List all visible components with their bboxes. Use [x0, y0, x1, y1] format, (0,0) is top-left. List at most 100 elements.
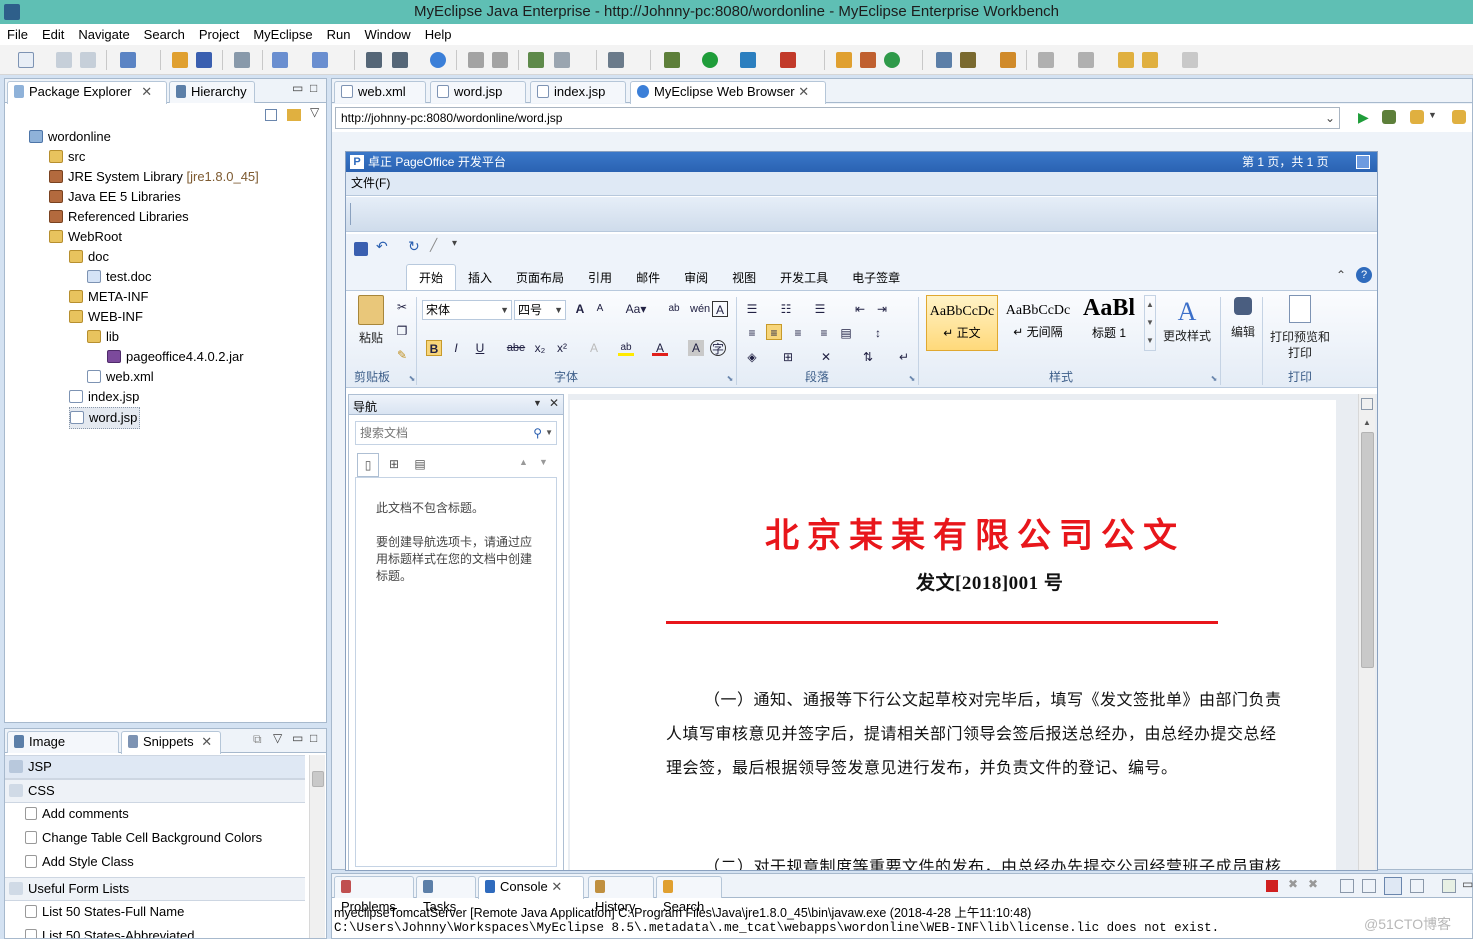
server-icon[interactable]: [234, 52, 250, 68]
line-spacing-icon[interactable]: ↕: [870, 325, 886, 341]
snippet-item[interactable]: Change Table Cell Background Colors: [5, 827, 305, 849]
back-icon[interactable]: [1452, 110, 1466, 124]
pin-console-icon[interactable]: [1384, 877, 1402, 895]
prev-annotation-icon[interactable]: [1078, 52, 1094, 68]
snippet-category-jsp[interactable]: JSP: [5, 755, 305, 779]
ribbon-tab-review[interactable]: 审阅: [672, 265, 720, 291]
snippet-category-css[interactable]: CSS: [5, 779, 305, 803]
font-size-select[interactable]: 四号 ▼: [514, 300, 566, 320]
justify-icon[interactable]: ≡: [816, 325, 832, 341]
back-icon[interactable]: [1142, 52, 1158, 68]
snippet-item[interactable]: Add Style Class: [5, 851, 305, 873]
tree-item-jar[interactable]: pageoffice4.4.0.2.jar: [107, 347, 244, 367]
search-icon[interactable]: ⚲: [533, 422, 542, 444]
tab-tasks[interactable]: Tasks: [416, 876, 476, 914]
italic-icon[interactable]: I: [448, 340, 464, 356]
align-left-icon[interactable]: ≡: [744, 325, 760, 341]
menu-myeclipse[interactable]: MyEclipse: [246, 24, 319, 45]
paste-button[interactable]: 粘贴: [354, 295, 388, 365]
maximize-icon[interactable]: □: [310, 731, 317, 745]
minimize-icon[interactable]: ▭: [1462, 877, 1473, 891]
char-border-icon[interactable]: A: [712, 301, 728, 317]
tree-item-src[interactable]: src: [49, 147, 85, 167]
remove-launch-icon[interactable]: ✖: [1288, 877, 1298, 891]
db-icon[interactable]: [392, 52, 408, 68]
snippet-item[interactable]: List 50 States-Abbreviated: [5, 925, 305, 938]
wizard-icon[interactable]: [272, 52, 288, 68]
next-heading-icon[interactable]: ▼: [539, 457, 548, 467]
phonetic-icon[interactable]: wén: [690, 301, 710, 317]
underline-icon[interactable]: U: [472, 340, 488, 356]
tree-item-javaee[interactable]: Java EE 5 Libraries: [49, 187, 181, 207]
new-package-icon[interactable]: [860, 52, 876, 68]
dialog-launcher-icon[interactable]: ⬊: [404, 371, 420, 387]
grow-font-icon[interactable]: A: [572, 301, 588, 317]
style-heading-1[interactable]: AaBl 标题 1: [1076, 295, 1142, 351]
ruler-toggle-icon[interactable]: [1361, 398, 1373, 410]
tree-item-testdoc[interactable]: test.doc: [87, 267, 152, 287]
tab-snippets[interactable]: Snippets ✕: [121, 731, 221, 754]
new-project-icon[interactable]: [120, 52, 136, 68]
menu-window[interactable]: Window: [357, 24, 417, 45]
menu-project[interactable]: Project: [192, 24, 246, 45]
collapse-all-icon[interactable]: [265, 109, 277, 121]
change-styles-button[interactable]: A 更改样式: [1160, 297, 1214, 367]
undo-icon[interactable]: ↶: [376, 238, 388, 255]
menu-search[interactable]: Search: [137, 24, 192, 45]
tree-item-lib[interactable]: lib: [87, 327, 119, 347]
scroll-up-icon[interactable]: ▲: [1363, 418, 1371, 427]
close-icon[interactable]: ✕: [201, 734, 212, 749]
tab-web-browser[interactable]: MyEclipse Web Browser ✕: [630, 81, 826, 104]
distributed-icon[interactable]: ▤: [838, 325, 854, 341]
globe-icon[interactable]: [430, 52, 446, 68]
address-bar[interactable]: http://johnny-pc:8080/wordonline/word.js…: [335, 107, 1340, 129]
debug-icon[interactable]: [664, 52, 680, 68]
shading-icon[interactable]: ◈: [744, 349, 760, 365]
font-color-icon[interactable]: A: [652, 340, 668, 356]
debug-icon[interactable]: [1382, 110, 1396, 124]
style-no-spacing[interactable]: AaBbCcDc ↵ 无间隔: [1002, 295, 1074, 351]
tree-item-indexjsp[interactable]: index.jsp: [69, 387, 139, 407]
font-name-select[interactable]: 宋体 ▼: [422, 300, 512, 320]
change-case-icon[interactable]: Aa▾: [624, 301, 648, 317]
deploy-icon[interactable]: [196, 52, 212, 68]
increase-indent-icon[interactable]: ⇥: [874, 301, 890, 317]
sort-icon[interactable]: ⇅: [860, 349, 876, 365]
print-icon[interactable]: [80, 52, 96, 68]
ribbon-tab-view[interactable]: 视图: [720, 265, 768, 291]
next-annotation-icon[interactable]: [1038, 52, 1054, 68]
remove-all-icon[interactable]: ✖: [1308, 877, 1318, 891]
snippet-menu-icon[interactable]: ⧉: [253, 732, 262, 747]
run-icon[interactable]: [702, 52, 718, 68]
navigation-search[interactable]: 搜索文档 ⚲ ▼: [355, 421, 557, 445]
cut-icon[interactable]: ✂: [394, 299, 410, 315]
tab-word-jsp[interactable]: word.jsp: [430, 81, 526, 103]
refresh-icon[interactable]: [884, 52, 900, 68]
save-icon[interactable]: [56, 52, 72, 68]
open-perspective-icon[interactable]: [936, 52, 952, 68]
tree-item-refs[interactable]: Referenced Libraries: [49, 207, 189, 227]
tab-history[interactable]: History: [588, 876, 654, 914]
numbering-icon[interactable]: ☷: [778, 301, 794, 317]
borders-icon[interactable]: ⊞: [780, 349, 796, 365]
pages-view-tab[interactable]: ⊞: [383, 453, 405, 477]
new-class-icon[interactable]: [836, 52, 852, 68]
display-console-icon[interactable]: [1410, 879, 1424, 893]
fullscreen-icon[interactable]: [1356, 155, 1370, 169]
tab-image-preview[interactable]: Image Preview: [7, 731, 119, 769]
screen-icon[interactable]: [608, 52, 624, 68]
menu-file-cn[interactable]: 文件(F): [351, 172, 390, 194]
scroll-thumb[interactable]: [312, 771, 324, 787]
clear-console-icon[interactable]: [1340, 879, 1354, 893]
format-painter-icon[interactable]: ╱: [430, 238, 437, 252]
show-marks-icon[interactable]: ↵: [896, 349, 912, 365]
bullets-icon[interactable]: ☰: [744, 301, 760, 317]
results-view-tab[interactable]: ▤: [409, 453, 431, 477]
tree-item-webxml[interactable]: web.xml: [87, 367, 154, 387]
chevron-down-icon[interactable]: ⌄: [1325, 108, 1335, 128]
strikethrough-icon[interactable]: abe: [506, 340, 526, 356]
headings-view-tab[interactable]: ▯: [357, 453, 379, 477]
ribbon-tab-developer[interactable]: 开发工具: [768, 265, 840, 291]
tree-item-wordjsp[interactable]: word.jsp: [69, 407, 141, 429]
chevron-down-icon[interactable]: ▼: [1428, 110, 1437, 120]
